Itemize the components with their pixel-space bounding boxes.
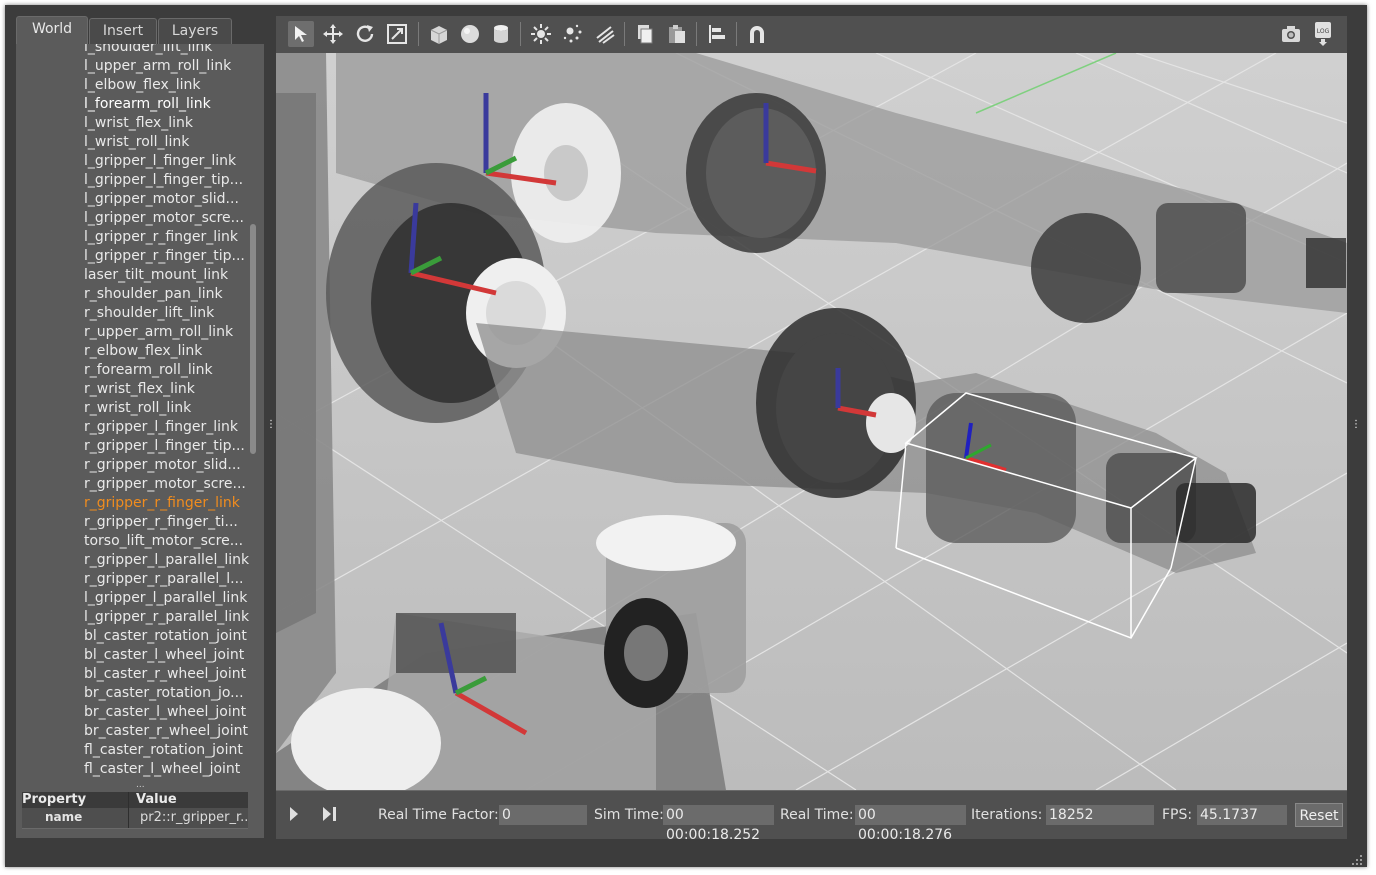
tab-world[interactable]: World: [16, 16, 88, 45]
screenshot-icon[interactable]: [1278, 21, 1304, 47]
tree-item[interactable]: l_gripper_l_finger_link: [84, 152, 236, 171]
real-time-label: Real Time:: [780, 807, 854, 823]
tab-insert[interactable]: Insert: [89, 18, 157, 44]
real-time-value: 00 00:00:18.276: [855, 805, 966, 843]
tree-item[interactable]: r_shoulder_pan_link: [84, 285, 223, 304]
toolbar-separator: [696, 22, 697, 46]
property-key: name: [45, 810, 83, 824]
gazebo-window: World Insert Layers ... l_shoulder_lift_…: [5, 5, 1367, 867]
tree-item[interactable]: r_gripper_l_parallel_link: [84, 551, 249, 570]
sphere-icon[interactable]: [457, 21, 483, 47]
tree-item[interactable]: l_forearm_roll_link: [84, 95, 211, 114]
column-divider: [128, 792, 129, 828]
tab-layers[interactable]: Layers: [158, 18, 232, 44]
tree-item[interactable]: bl_caster_rotation_joint: [84, 627, 247, 646]
tree-item[interactable]: fl_caster_rotation_joint: [84, 741, 243, 760]
tree-item[interactable]: bl_caster_r_wheel_joint: [84, 665, 246, 684]
tree-item[interactable]: r_wrist_roll_link: [84, 399, 191, 418]
tree-item[interactable]: bl_caster_l_wheel_joint: [84, 646, 244, 665]
property-panel: Property Value name pr2::r_gripper_r...: [16, 788, 264, 838]
magnet-icon[interactable]: [744, 21, 770, 47]
tree-item[interactable]: r_wrist_flex_link: [84, 380, 195, 399]
toolbar-separator: [520, 22, 521, 46]
point-light-icon[interactable]: [560, 21, 586, 47]
copy-icon[interactable]: [632, 21, 658, 47]
tree-item[interactable]: l_upper_arm_roll_link: [84, 57, 231, 76]
fps-value: 45.1737: [1197, 805, 1287, 825]
tree-item[interactable]: r_gripper_motor_scre...: [84, 475, 246, 494]
tree-item[interactable]: br_caster_l_wheel_joint: [84, 703, 246, 722]
tree-item[interactable]: r_upper_arm_roll_link: [84, 323, 233, 342]
tree-item[interactable]: l_gripper_r_parallel_link: [84, 608, 249, 627]
real-time-factor-value: 0: [499, 805, 587, 825]
paste-icon[interactable]: [664, 21, 690, 47]
tree-item[interactable]: l_shoulder_lift_link: [84, 44, 212, 57]
property-column-header: Property: [22, 792, 87, 807]
iterations-label: Iterations:: [971, 807, 1043, 823]
tree-item[interactable]: r_gripper_motor_slid...: [84, 456, 241, 475]
log-label: LOG: [1317, 28, 1330, 35]
3d-viewport[interactable]: [276, 53, 1347, 790]
tree-item[interactable]: br_caster_r_wheel_joint: [84, 722, 248, 741]
fps-label: FPS:: [1162, 807, 1193, 823]
log-icon[interactable]: LOG: [1310, 21, 1336, 47]
tree-item[interactable]: r_forearm_roll_link: [84, 361, 213, 380]
sim-time-value: 00 00:00:18.252: [663, 805, 774, 843]
left-panel: World Insert Layers ... l_shoulder_lift_…: [16, 16, 264, 838]
property-value: pr2::r_gripper_r...: [140, 810, 248, 825]
tree-item[interactable]: fl_caster_l_wheel_joint: [84, 760, 240, 779]
iterations-value: 18252: [1046, 805, 1154, 825]
world-tree[interactable]: ... l_shoulder_lift_link l_upper_arm_roll…: [16, 44, 264, 788]
tree-item[interactable]: torso_lift_motor_scre...: [84, 532, 243, 551]
tree-item[interactable]: r_elbow_flex_link: [84, 342, 202, 361]
translate-icon[interactable]: [320, 21, 346, 47]
tree-scrollbar[interactable]: [250, 224, 256, 454]
select-arrow-icon[interactable]: [288, 21, 314, 47]
right-splitter-handle[interactable]: ⋮: [1351, 420, 1361, 431]
box-icon[interactable]: [426, 21, 452, 47]
tree-item[interactable]: r_gripper_r_parallel_l...: [84, 570, 244, 589]
property-header: Property Value: [22, 792, 248, 808]
toolbar-separator: [418, 22, 419, 46]
reset-button[interactable]: Reset: [1295, 803, 1343, 827]
real-time-factor-label: Real Time Factor:: [378, 807, 499, 823]
tree-item[interactable]: r_gripper_r_finger_ti...: [84, 513, 238, 532]
tree-item[interactable]: l_wrist_roll_link: [84, 133, 189, 152]
tree-item[interactable]: l_gripper_r_finger_tip...: [84, 247, 245, 266]
toolbar-separator: [736, 22, 737, 46]
tree-item[interactable]: l_gripper_motor_slid...: [84, 190, 239, 209]
resize-grip-icon[interactable]: [1351, 851, 1363, 865]
value-column-header: Value: [136, 792, 177, 807]
play-icon[interactable]: [289, 806, 299, 826]
tree-item[interactable]: l_wrist_flex_link: [84, 114, 193, 133]
spot-light-icon[interactable]: [592, 21, 618, 47]
property-row-name[interactable]: name pr2::r_gripper_r...: [22, 808, 248, 829]
step-icon[interactable]: [322, 806, 338, 826]
tree-item[interactable]: l_gripper_motor_scre...: [84, 209, 244, 228]
sun-light-icon[interactable]: [528, 21, 554, 47]
tree-item[interactable]: r_gripper_l_finger_link: [84, 418, 238, 437]
align-icon[interactable]: [704, 21, 730, 47]
tree-item[interactable]: br_caster_rotation_jo...: [84, 684, 244, 703]
tree-item[interactable]: r_gripper_l_finger_tip...: [84, 437, 245, 456]
sim-time-label: Sim Time:: [594, 807, 664, 823]
tree-item[interactable]: r_gripper_r_finger_link: [84, 494, 240, 513]
tree-item[interactable]: l_gripper_r_finger_link: [84, 228, 238, 247]
tree-item[interactable]: l_elbow_flex_link: [84, 76, 201, 95]
tree-item[interactable]: l_gripper_l_parallel_link: [84, 589, 247, 608]
scale-icon[interactable]: [384, 21, 410, 47]
tree-item[interactable]: laser_tilt_mount_link: [84, 266, 228, 285]
toolbar-separator: [624, 22, 625, 46]
cylinder-icon[interactable]: [488, 21, 514, 47]
time-panel: Real Time Factor: 0 Sim Time: 00 00:00:1…: [276, 790, 1347, 843]
toolbar: LOG: [276, 16, 1347, 53]
left-tabs: World Insert Layers: [16, 16, 264, 45]
scene-render[interactable]: [276, 53, 1347, 790]
tree-item[interactable]: l_gripper_l_finger_tip...: [84, 171, 243, 190]
tree-item[interactable]: r_shoulder_lift_link: [84, 304, 214, 323]
left-splitter-handle[interactable]: ⋮: [266, 420, 276, 431]
rotate-icon[interactable]: [352, 21, 378, 47]
